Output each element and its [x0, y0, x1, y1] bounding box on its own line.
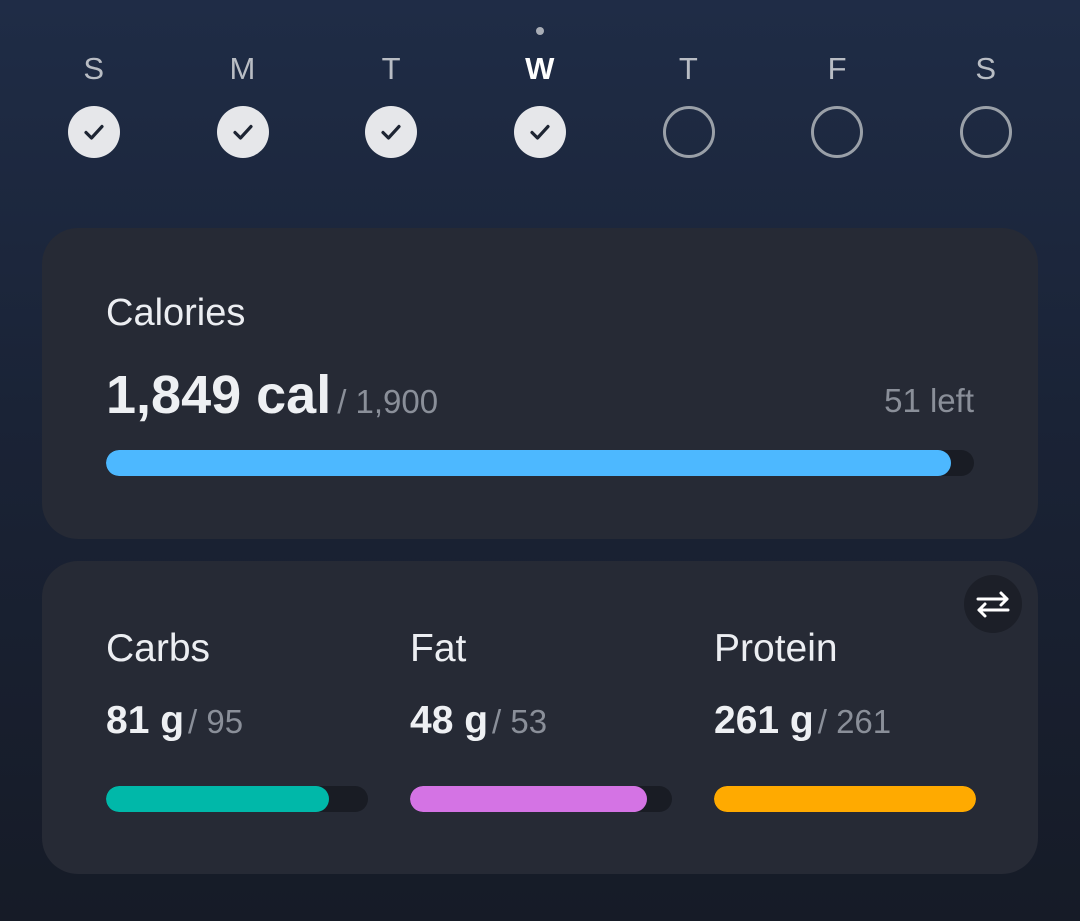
day-letter: S — [83, 51, 105, 86]
fat-progress-track — [410, 786, 672, 812]
calories-consumed: 1,849 cal/ 1,900 — [106, 364, 438, 426]
fat-progress-fill — [410, 786, 648, 812]
day-incomplete-button[interactable] — [811, 106, 864, 158]
calories-card[interactable]: Calories 1,849 cal/ 1,900 51 left — [42, 228, 1038, 539]
calories-title: Calories — [106, 292, 246, 334]
carbs-goal: / 95 — [188, 703, 244, 740]
day-thursday[interactable]: T — [615, 0, 763, 200]
check-icon — [530, 124, 550, 140]
swap-arrows-icon — [976, 591, 1010, 618]
carbs-title: Carbs — [106, 627, 211, 670]
protein-title: Protein — [714, 627, 838, 670]
carbs-progress-track — [106, 786, 368, 812]
protein-progress-track — [714, 786, 976, 812]
protein-consumed: 261 g — [714, 699, 814, 742]
calories-progress-track — [106, 450, 974, 476]
day-incomplete-button[interactable] — [959, 106, 1012, 158]
calories-progress-fill — [106, 450, 951, 476]
today-indicator-dot — [535, 27, 544, 35]
day-wednesday[interactable]: W — [466, 0, 614, 200]
day-complete-button[interactable] — [365, 106, 418, 158]
protein-progress-fill — [714, 786, 976, 812]
macro-carbs: Carbs 81 g/ 95 — [106, 561, 368, 874]
fat-title: Fat — [410, 627, 467, 670]
calories-consumed-value: 1,849 cal — [106, 365, 332, 425]
macros-card[interactable]: Carbs 81 g/ 95 Fat 48 g/ 53 Protein 261 … — [42, 561, 1038, 874]
day-complete-button[interactable] — [513, 106, 566, 158]
fat-goal: / 53 — [492, 703, 548, 740]
day-letter: M — [229, 51, 256, 86]
day-saturday[interactable]: S — [912, 0, 1060, 200]
macro-fat: Fat 48 g/ 53 — [410, 561, 672, 874]
day-letter: T — [678, 51, 699, 86]
day-complete-button[interactable] — [216, 106, 269, 158]
day-letter: W — [525, 51, 555, 86]
day-letter: T — [381, 51, 402, 86]
carbs-progress-fill — [106, 786, 330, 812]
fat-consumed: 48 g — [410, 699, 489, 742]
check-icon — [381, 124, 401, 140]
check-icon — [233, 124, 253, 140]
day-sunday[interactable]: S — [20, 0, 168, 200]
protein-goal: / 261 — [817, 703, 892, 740]
fat-amount: 48 g/ 53 — [410, 699, 547, 743]
week-strip: SMTWTFS — [20, 0, 1060, 200]
calories-remaining: 51 left — [884, 382, 974, 419]
day-friday[interactable]: F — [763, 0, 911, 200]
calories-goal: / 1,900 — [337, 383, 439, 420]
carbs-amount: 81 g/ 95 — [106, 699, 243, 743]
day-complete-button[interactable] — [68, 106, 120, 158]
protein-amount: 261 g/ 261 — [714, 699, 891, 743]
carbs-consumed: 81 g — [106, 699, 185, 742]
day-monday[interactable]: M — [169, 0, 317, 200]
check-icon — [84, 124, 104, 140]
macro-protein: Protein 261 g/ 261 — [714, 561, 976, 874]
day-letter: S — [975, 51, 997, 86]
day-incomplete-button[interactable] — [662, 106, 715, 158]
day-letter: F — [827, 51, 847, 86]
day-tuesday[interactable]: T — [317, 0, 465, 200]
